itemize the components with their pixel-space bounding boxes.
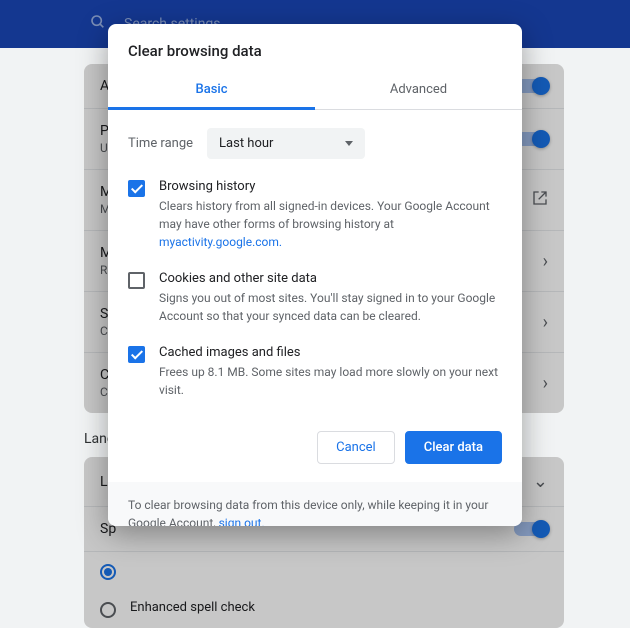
item-title: Cookies and other site data bbox=[159, 271, 502, 286]
dialog-title: Clear browsing data bbox=[108, 24, 522, 72]
item-desc: Clears history from all signed-in device… bbox=[159, 197, 502, 251]
caret-down-icon bbox=[345, 141, 353, 146]
clear-browsing-data-dialog: Clear browsing data Basic Advanced Time … bbox=[108, 24, 522, 526]
radio-icon bbox=[100, 564, 116, 580]
item-desc: Signs you out of most sites. You'll stay… bbox=[159, 289, 502, 325]
radio-option[interactable]: Enhanced spell check bbox=[84, 590, 564, 628]
radio-option[interactable] bbox=[84, 552, 564, 590]
item-title: Browsing history bbox=[159, 179, 502, 194]
checkbox-cache[interactable] bbox=[128, 346, 145, 363]
checkbox-cookies[interactable] bbox=[128, 272, 145, 289]
tab-advanced[interactable]: Advanced bbox=[315, 72, 522, 109]
radio-icon bbox=[100, 602, 116, 618]
checkbox-browsing-history[interactable] bbox=[128, 180, 145, 197]
clear-data-button[interactable]: Clear data bbox=[405, 431, 502, 464]
time-range-select[interactable]: Last hour bbox=[207, 128, 365, 159]
sign-out-link[interactable]: sign out. bbox=[219, 516, 265, 526]
time-range-label: Time range bbox=[128, 136, 193, 151]
tab-basic[interactable]: Basic bbox=[108, 72, 315, 109]
dialog-tabs: Basic Advanced bbox=[108, 72, 522, 110]
dialog-footer: To clear browsing data from this device … bbox=[108, 482, 522, 526]
cancel-button[interactable]: Cancel bbox=[317, 431, 395, 464]
time-range-value: Last hour bbox=[219, 136, 273, 151]
myactivity-link[interactable]: myactivity.google.com. bbox=[159, 235, 282, 249]
item-desc: Frees up 8.1 MB. Some sites may load mor… bbox=[159, 363, 502, 399]
item-title: Cached images and files bbox=[159, 345, 502, 360]
